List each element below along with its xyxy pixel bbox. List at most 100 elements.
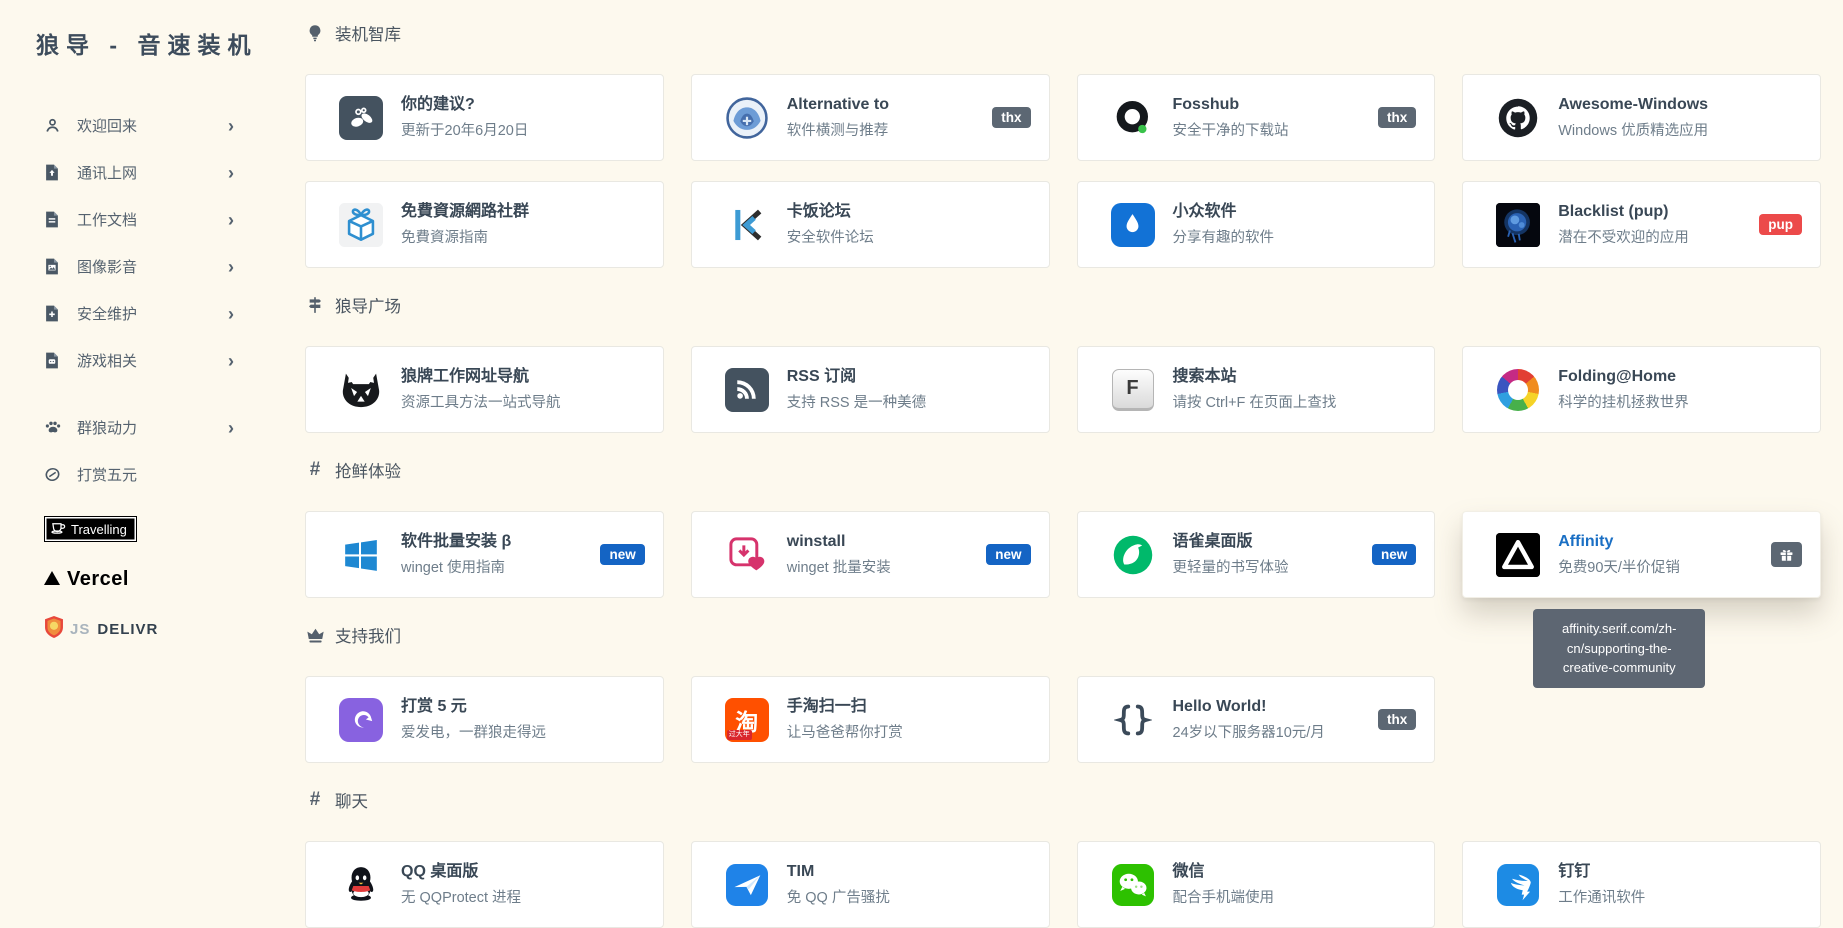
card-yuque[interactable]: 语雀桌面版更轻量的书写体验new [1077,511,1436,598]
sidebar-item-docs[interactable]: 工作文档› [44,196,234,243]
card-title: 你的建议? [401,95,528,116]
windows-icon [339,533,383,577]
card-suggestion[interactable]: 你的建议?更新于20年6月20日 [305,74,664,161]
card-dingtalk[interactable]: 钉钉工作通讯软件 [1462,841,1821,928]
card-search-site[interactable]: F搜索本站请按 Ctrl+F 在页面上查找 [1077,346,1436,433]
tim-icon [725,863,769,907]
jsdelivr-logo[interactable]: JS DELIVR [44,616,286,643]
section-fresh: #抢鲜体验软件批量安装 βwinget 使用指南newwinstallwinge… [305,459,1821,598]
sidebar-item-label: 打赏五元 [77,464,137,485]
card-free-resource[interactable]: 免費資源網路社群免費資源指南 [305,181,664,268]
sidebar-item-label: 通讯上网 [77,162,137,183]
card-taobao-scan[interactable]: 淘过大年手淘扫一扫让马爸爸帮你打赏 [691,676,1050,763]
folding-home-icon [1496,368,1540,412]
card-subtitle: 资源工具方法一站式导航 [401,391,561,412]
sidebar-item-power[interactable]: 群狼动力› [44,404,234,451]
card-text: 免費資源網路社群免費資源指南 [401,202,529,247]
card-subtitle: 免 QQ 广告骚扰 [787,886,890,907]
card-subtitle: 爱发电，一群狼走得远 [401,721,546,742]
sidebar-nav: 欢迎回来› 通讯上网 › 工作文档› 图像影音 › 安全维护 › 游戏相关› 群狼动力› 打赏五元 [44,102,234,498]
card-subtitle: 分享有趣的软件 [1173,226,1275,247]
chevron-right-icon: › [228,258,234,276]
card-title: Fosshub [1173,95,1289,116]
card-subtitle: 软件横测与推荐 [787,119,889,140]
card-appinn[interactable]: 小众软件分享有趣的软件 [1077,181,1436,268]
card-hello-world[interactable]: Hello World!24岁以下服务器10元/月thx [1077,676,1436,763]
qq-penguin-icon [339,863,383,907]
card-text: Blacklist (pup)潜在不受欢迎的应用 [1558,202,1689,247]
jsdelivr-label-delivr: DELIVR [97,621,158,638]
chevron-right-icon: › [228,305,234,323]
card-winget-guide[interactable]: 软件批量安装 βwinget 使用指南new [305,511,664,598]
section-header: #聊天 [305,789,1821,811]
sidebar-badges: Travelling Vercel JS DELIVR [44,516,286,643]
card-wolf-nav[interactable]: 狼牌工作网址导航资源工具方法一站式导航 [305,346,664,433]
sidebar-item-label: 群狼动力 [77,417,137,438]
card-title: 打赏 5 元 [401,697,546,718]
card-text: 小众软件分享有趣的软件 [1173,202,1275,247]
card-rss[interactable]: RSS 订阅支持 RSS 是一种美德 [691,346,1050,433]
section-plaza: 狼导广场狼牌工作网址导航资源工具方法一站式导航 RSS 订阅支持 RSS 是一种美… [305,294,1821,433]
github-octocat-icon [1496,96,1540,140]
card-donate-5[interactable]: 打赏 5 元爱发电，一群狼走得远 [305,676,664,763]
card-kafan[interactable]: 卡饭论坛安全软件论坛 [691,181,1050,268]
afdian-swirl-icon [339,698,383,742]
vercel-logo[interactable]: Vercel [44,568,286,591]
card-text: winstallwinget 批量安装 [787,532,891,577]
paw-icon [44,419,68,436]
braces-icon [1111,698,1155,742]
shield-icon [44,616,64,643]
sidebar-item-media[interactable]: 图像影音 › [44,243,234,290]
wolf-icon [339,368,383,412]
card-blacklist[interactable]: Blacklist (pup)潜在不受欢迎的应用pup [1462,181,1821,268]
yuque-bird-icon [1111,533,1155,577]
card-text: Fosshub安全干净的下载站 [1173,95,1289,140]
sidebar-item-games[interactable]: 游戏相关› [44,337,234,384]
kafan-icon [725,203,769,247]
card-awesome-windows[interactable]: Awesome-WindowsWindows 优质精选应用 [1462,74,1821,161]
card-grid: 打赏 5 元爱发电，一群狼走得远淘过大年手淘扫一扫让马爸爸帮你打赏Hello W… [305,676,1821,763]
card-affinity[interactable]: Affinity免费90天/半价促销affinity.serif.com/zh-… [1462,511,1821,598]
card-wechat[interactable]: 微信配合手机端使用 [1077,841,1436,928]
card-text: 语雀桌面版更轻量的书写体验 [1173,532,1289,577]
sidebar-item-security[interactable]: 安全维护 › [44,290,234,337]
sidebar-item-welcome[interactable]: 欢迎回来› [44,102,234,149]
card-folding-home[interactable]: Folding@Home科学的挂机拯救世界 [1462,346,1821,433]
card-subtitle: winget 使用指南 [401,556,511,577]
card-text: 狼牌工作网址导航资源工具方法一站式导航 [401,367,561,412]
travelling-badge[interactable]: Travelling [44,516,137,542]
sidebar-item-donate[interactable]: 打赏五元 [44,451,234,498]
card-title: QQ 桌面版 [401,862,521,883]
card-title: 卡饭论坛 [787,202,874,223]
sidebar-item-label: 图像影音 [77,256,137,277]
card-winstall[interactable]: winstallwinget 批量安装new [691,511,1050,598]
taobao-icon: 淘过大年 [725,698,769,742]
badge-thx: thx [1378,107,1416,128]
sidebar-item-label: 安全维护 [77,303,137,324]
card-subtitle: 工作通讯软件 [1558,886,1645,907]
file-plus-icon [44,305,68,322]
card-subtitle: 潜在不受欢迎的应用 [1558,226,1689,247]
card-subtitle: 支持 RSS 是一种美德 [787,391,926,412]
jsdelivr-label-js: JS [70,621,90,638]
suggestion-icon [339,96,383,140]
section-header: 狼导广场 [305,294,1821,316]
card-title: Affinity [1558,532,1680,553]
sidebar-item-network[interactable]: 通讯上网 › [44,149,234,196]
card-subtitle: Windows 优质精选应用 [1558,119,1708,140]
card-tim[interactable]: TIM免 QQ 广告骚扰 [691,841,1050,928]
card-text: 微信配合手机端使用 [1173,862,1275,907]
crown-icon [305,628,325,643]
card-text: 搜索本站请按 Ctrl+F 在页面上查找 [1173,367,1337,412]
card-text: 你的建议?更新于20年6月20日 [401,95,528,140]
card-subtitle: 更轻量的书写体验 [1173,556,1289,577]
sidebar-item-label: 工作文档 [77,209,137,230]
card-title: 小众软件 [1173,202,1275,223]
card-alternativeto[interactable]: Alternative to软件横测与推荐thx [691,74,1050,161]
card-qq[interactable]: QQ 桌面版无 QQProtect 进程 [305,841,664,928]
card-fosshub[interactable]: Fosshub安全干净的下载站 thx [1077,74,1436,161]
chevron-right-icon: › [228,164,234,182]
main-content: 装机智库你的建议?更新于20年6月20日Alternative to软件横测与推… [286,0,1843,918]
card-text: Alternative to软件横测与推荐 [787,95,889,140]
section-title: 支持我们 [335,623,401,647]
